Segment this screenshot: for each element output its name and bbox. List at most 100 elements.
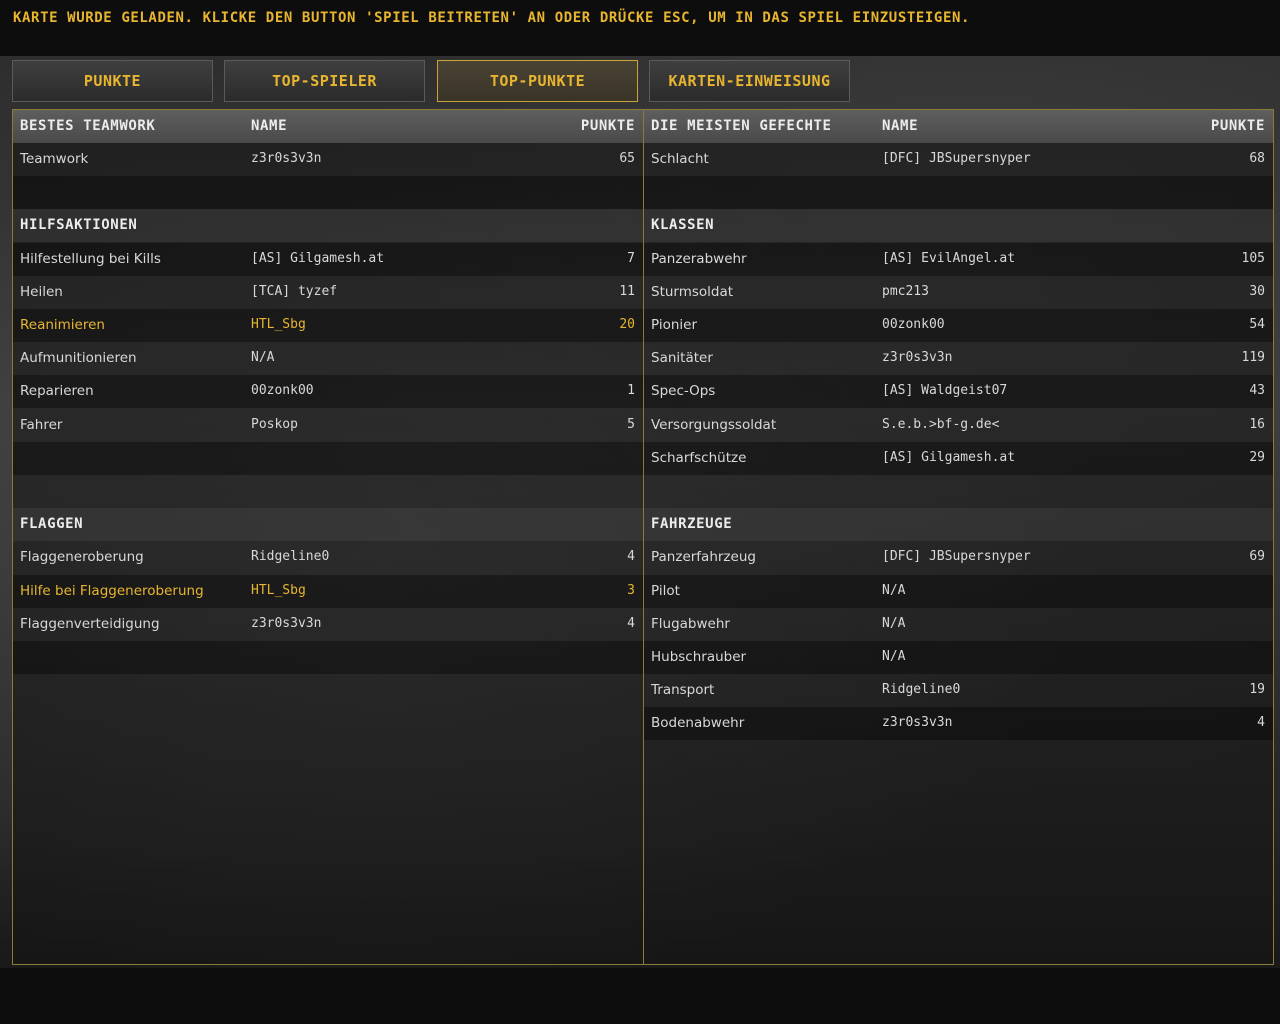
top-points-panel: BESTES TEAMWORK NAME PUNKTE Teamwork z3r0… xyxy=(12,109,1274,965)
bottom-bar xyxy=(0,968,1280,1024)
blank-row xyxy=(13,176,643,210)
blank-row xyxy=(644,475,1273,508)
stat-category: Transport xyxy=(651,682,715,699)
stat-points: 30 xyxy=(1249,283,1265,299)
stat-category: Heilen xyxy=(20,283,63,300)
stat-row: Teamwork z3r0s3v3n 65 xyxy=(13,143,643,176)
stat-points: 4 xyxy=(627,615,635,631)
map-loaded-message: KARTE WURDE GELADEN. KLICKE DEN BUTTON '… xyxy=(13,10,971,26)
stat-player-name: S.e.b.>bf-g.de< xyxy=(882,416,1000,432)
section-header: FAHRZEUGE xyxy=(644,508,1273,542)
stat-player-name: [AS] Waldgeist07 xyxy=(882,383,1008,399)
stat-points: 3 xyxy=(627,582,635,598)
stat-row: Flaggeneroberung Ridgeline0 4 xyxy=(13,541,643,574)
left-column: BESTES TEAMWORK NAME PUNKTE Teamwork z3r0… xyxy=(13,110,644,964)
section-title: HILFSAKTIONEN xyxy=(20,217,138,234)
stat-row: Panzerabwehr [AS] EvilAngel.at 105 xyxy=(644,242,1273,276)
stat-row: Pilot N/A xyxy=(644,574,1273,608)
stat-category: Panzerfahrzeug xyxy=(651,549,756,566)
stat-player-name: HTL_Sbg xyxy=(251,317,306,332)
stat-row: Spec-Ops [AS] Waldgeist07 43 xyxy=(644,375,1273,409)
stat-category: Fahrer xyxy=(20,416,63,433)
right-column: DIE MEISTEN GEFECHTE NAME PUNKTE Schlach… xyxy=(644,110,1273,964)
stat-player-name: N/A xyxy=(882,615,906,631)
stat-points: 29 xyxy=(1249,449,1265,465)
right-header: DIE MEISTEN GEFECHTE NAME PUNKTE xyxy=(644,110,1273,143)
stat-player-name: [DFC] JBSupersnyper xyxy=(882,549,1031,565)
header-name: NAME xyxy=(882,118,919,134)
stat-player-name: [AS] Gilgamesh.at xyxy=(251,250,385,266)
stat-row: Schlacht [DFC] JBSupersnyper 68 xyxy=(644,143,1273,176)
stat-player-name: Ridgeline0 xyxy=(882,682,961,698)
stat-row: Hubschrauber N/A xyxy=(644,641,1273,674)
stat-category: Schlacht xyxy=(651,151,709,167)
stat-row: Bodenabwehr z3r0s3v3n 4 xyxy=(644,707,1273,741)
stat-points: 54 xyxy=(1249,317,1265,332)
stat-category: Sanitäter xyxy=(651,350,713,367)
stat-category: Panzerabwehr xyxy=(651,250,747,267)
stat-category: Versorgungssoldat xyxy=(651,416,777,433)
blank-row xyxy=(13,475,643,508)
stat-player-name: z3r0s3v3n xyxy=(251,615,322,631)
stat-points: 4 xyxy=(627,549,635,565)
tab-punkte[interactable]: PUNKTE xyxy=(12,60,213,102)
stat-points: 19 xyxy=(1249,682,1265,698)
stat-category: Hilfe bei Flaggeneroberung xyxy=(20,582,204,599)
section-title: FAHRZEUGE xyxy=(651,516,733,533)
tab-top-punkte[interactable]: TOP-PUNKTE xyxy=(437,60,638,102)
header-points: PUNKTE xyxy=(1210,118,1265,134)
section-header: FLAGGEN xyxy=(13,508,643,542)
stat-row: Versorgungssoldat S.e.b.>bf-g.de< 16 xyxy=(644,409,1273,442)
section-title: FLAGGEN xyxy=(20,516,84,533)
stat-points: 11 xyxy=(619,283,635,299)
stat-row: Hilfe bei Flaggeneroberung HTL_Sbg 3 xyxy=(13,574,643,608)
stat-player-name: [DFC] JBSupersnyper xyxy=(882,151,1031,166)
stat-category: Flugabwehr xyxy=(651,615,730,632)
header-category: BESTES TEAMWORK xyxy=(20,118,156,134)
stat-row: Flaggenverteidigung z3r0s3v3n 4 xyxy=(13,608,643,641)
stat-player-name: [AS] EvilAngel.at xyxy=(882,250,1016,266)
stat-category: Reparieren xyxy=(20,383,94,400)
stat-category: Sturmsoldat xyxy=(651,283,734,300)
blank-row xyxy=(13,641,643,674)
stat-category: Hubschrauber xyxy=(651,649,747,665)
stat-row: Aufmunitionieren N/A xyxy=(13,342,643,375)
stat-row: Heilen [TCA] tyzef 11 xyxy=(13,276,643,309)
stat-points: 119 xyxy=(1241,350,1265,366)
stat-row: Transport Ridgeline0 19 xyxy=(644,674,1273,707)
stat-points: 5 xyxy=(627,416,635,432)
stat-player-name: 00zonk00 xyxy=(251,383,314,399)
stat-category: Hilfestellung bei Kills xyxy=(20,250,161,267)
stat-category: Reanimieren xyxy=(20,317,105,333)
stat-row: Flugabwehr N/A xyxy=(644,608,1273,641)
stat-category: Pilot xyxy=(651,582,680,599)
stat-points: 105 xyxy=(1241,250,1265,266)
stat-player-name: [AS] Gilgamesh.at xyxy=(882,449,1016,465)
blank-row xyxy=(644,176,1273,210)
stat-category: Flaggenverteidigung xyxy=(20,615,160,632)
stat-row: Sanitäter z3r0s3v3n 119 xyxy=(644,342,1273,375)
stat-category: Scharfschütze xyxy=(651,449,747,466)
header-category: DIE MEISTEN GEFECHTE xyxy=(651,118,832,134)
tab-karten-einweisung[interactable]: KARTEN-EINWEISUNG xyxy=(649,60,850,102)
top-message-bar: KARTE WURDE GELADEN. KLICKE DEN BUTTON '… xyxy=(0,0,1280,56)
stat-points: 1 xyxy=(627,383,635,399)
section-title: KLASSEN xyxy=(651,217,715,234)
stat-category: Pionier xyxy=(651,317,698,333)
stat-row: Panzerfahrzeug [DFC] JBSupersnyper 69 xyxy=(644,541,1273,574)
stat-points: 4 xyxy=(1257,715,1265,731)
stat-player-name: HTL_Sbg xyxy=(251,582,306,598)
stat-player-name: N/A xyxy=(882,582,906,598)
tab-top-spieler[interactable]: TOP-SPIELER xyxy=(224,60,425,102)
stat-row: Sturmsoldat pmc213 30 xyxy=(644,276,1273,309)
stat-player-name: N/A xyxy=(882,649,906,664)
section-header: KLASSEN xyxy=(644,209,1273,243)
stat-row: Reanimieren HTL_Sbg 20 xyxy=(13,309,643,342)
stat-player-name: Poskop xyxy=(251,416,298,432)
stat-player-name: z3r0s3v3n xyxy=(882,350,953,366)
stat-points: 7 xyxy=(627,250,635,266)
left-header: BESTES TEAMWORK NAME PUNKTE xyxy=(13,110,643,143)
section-header: HILFSAKTIONEN xyxy=(13,209,643,243)
stat-points: 65 xyxy=(619,151,635,166)
stat-row: Hilfestellung bei Kills [AS] Gilgamesh.at… xyxy=(13,242,643,276)
